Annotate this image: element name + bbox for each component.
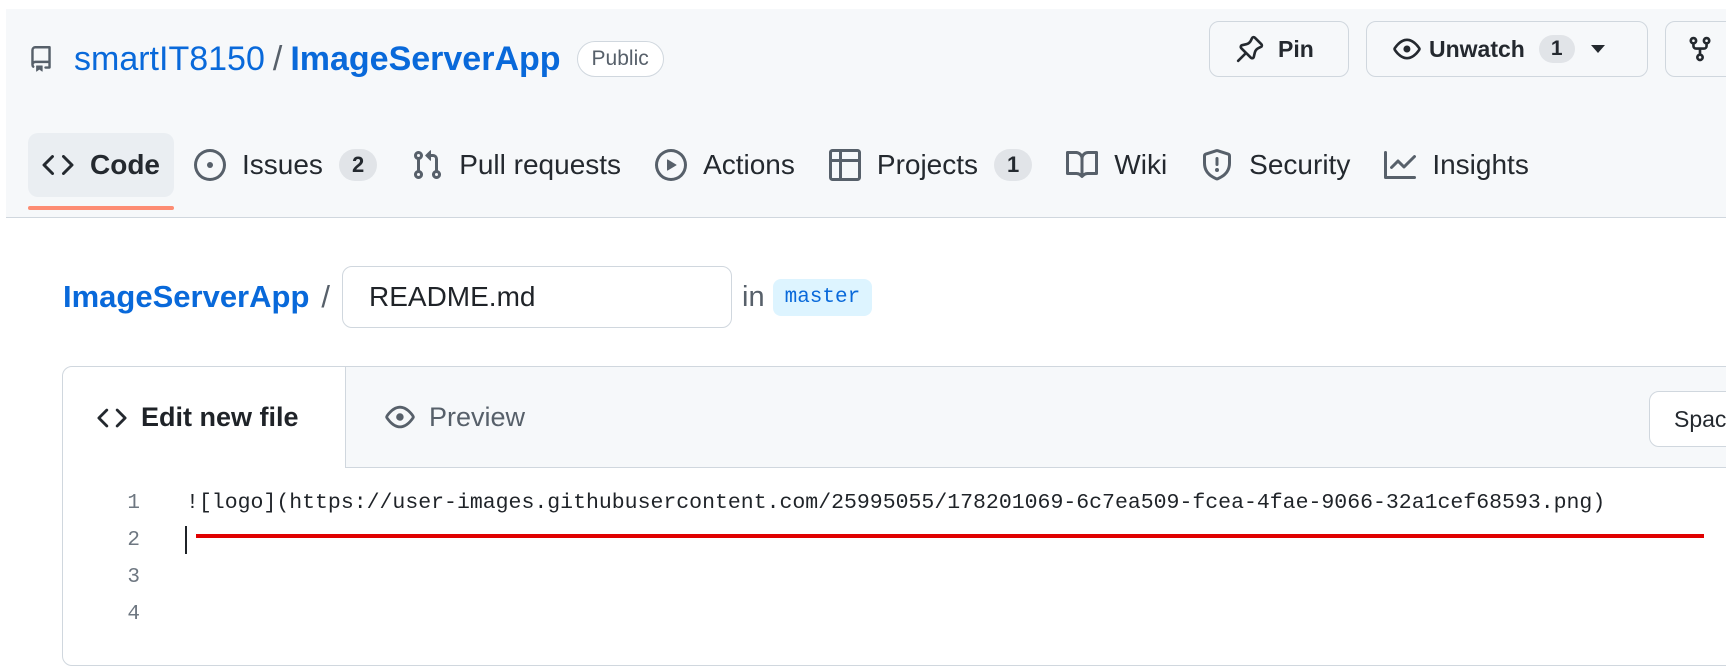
play-icon (655, 149, 688, 181)
tab-security-label: Security (1249, 149, 1351, 180)
tab-actions[interactable]: Actions (641, 133, 809, 197)
code-area[interactable]: 1 ![logo](https://user-images.githubuser… (63, 485, 1726, 633)
tab-preview[interactable]: Preview (385, 367, 525, 467)
eye-icon (1393, 38, 1421, 60)
line-number: 4 (127, 603, 140, 626)
editor-toolbar: Edit new file Preview Spac (63, 367, 1726, 468)
repo-title-row: smartIT8150 / ImageServerApp Public (28, 29, 664, 89)
annotation-underline (196, 534, 1704, 538)
repo-name-link[interactable]: ImageServerApp (290, 40, 560, 79)
file-editor: Edit new file Preview Spac 1 ![logo](htt… (62, 366, 1726, 666)
line-number: 1 (127, 492, 140, 515)
tab-issues-label: Issues (242, 149, 323, 180)
tab-wiki[interactable]: Wiki (1052, 133, 1181, 197)
tab-preview-label: Preview (429, 401, 526, 432)
projects-count: 1 (994, 149, 1033, 181)
pin-label: Pin (1278, 35, 1314, 62)
table-icon (828, 149, 861, 181)
pin-icon (1236, 35, 1264, 63)
fork-icon (1689, 36, 1711, 62)
tab-actions-label: Actions (703, 149, 795, 180)
unwatch-label: Unwatch (1429, 35, 1525, 62)
repo-icon (31, 46, 51, 72)
pin-button[interactable]: Pin (1209, 21, 1349, 77)
fork-button[interactable] (1665, 21, 1726, 77)
tab-projects[interactable]: Projects 1 (815, 133, 1046, 197)
issue-opened-icon (194, 149, 226, 181)
tab-code[interactable]: Code (28, 133, 174, 210)
repo-header: smartIT8150 / ImageServerApp Public Pin … (6, 9, 1726, 218)
tab-edit-new-file[interactable]: Edit new file (63, 367, 346, 468)
text-cursor (185, 526, 187, 554)
visibility-badge: Public (576, 41, 664, 77)
unwatch-button[interactable]: Unwatch 1 (1366, 21, 1648, 77)
code-line: 1 ![logo](https://user-images.githubuser… (63, 485, 1726, 522)
tab-wiki-label: Wiki (1114, 149, 1168, 180)
repo-nav-tabs: Code Issues 2 Pull requests Actions Proj… (28, 122, 1549, 210)
filename-input[interactable] (342, 266, 733, 328)
eye-icon (385, 405, 415, 429)
chevron-down-icon (1590, 45, 1605, 53)
branch-badge: master (772, 278, 873, 316)
tab-edit-label: Edit new file (141, 402, 299, 432)
issues-count: 2 (338, 149, 378, 181)
in-label: in (742, 280, 765, 313)
line-content[interactable]: ![logo](https://user-images.githubuserco… (186, 485, 1605, 522)
tab-security[interactable]: Security (1187, 133, 1364, 197)
code-icon (97, 408, 127, 427)
tab-projects-label: Projects (876, 149, 979, 180)
line-number: 2 (127, 529, 140, 552)
git-pull-request-icon (414, 150, 442, 180)
code-icon (42, 154, 74, 176)
tab-insights[interactable]: Insights (1370, 133, 1543, 197)
line-number: 3 (127, 566, 140, 589)
shield-icon (1203, 149, 1232, 181)
tab-pull-requests[interactable]: Pull requests (397, 133, 635, 197)
breadcrumb-separator: / (321, 279, 331, 314)
repo-path-separator: / (272, 39, 283, 78)
code-line: 3 (63, 559, 1726, 596)
code-line: 2 (63, 522, 1726, 559)
tab-code-label: Code (90, 149, 160, 180)
tab-insights-label: Insights (1432, 149, 1529, 180)
indent-mode-select[interactable]: Spac (1649, 391, 1726, 447)
watch-count: 1 (1538, 35, 1575, 63)
tab-pull-requests-label: Pull requests (459, 149, 622, 180)
breadcrumb: ImageServerApp / in master (63, 266, 873, 328)
breadcrumb-repo-link[interactable]: ImageServerApp (63, 279, 309, 315)
code-line: 4 (63, 596, 1726, 633)
indent-mode-label: Spac (1674, 405, 1726, 432)
book-icon (1066, 150, 1099, 178)
tab-issues[interactable]: Issues 2 (180, 133, 391, 197)
repo-owner-link[interactable]: smartIT8150 (74, 40, 265, 79)
graph-icon (1384, 151, 1417, 179)
